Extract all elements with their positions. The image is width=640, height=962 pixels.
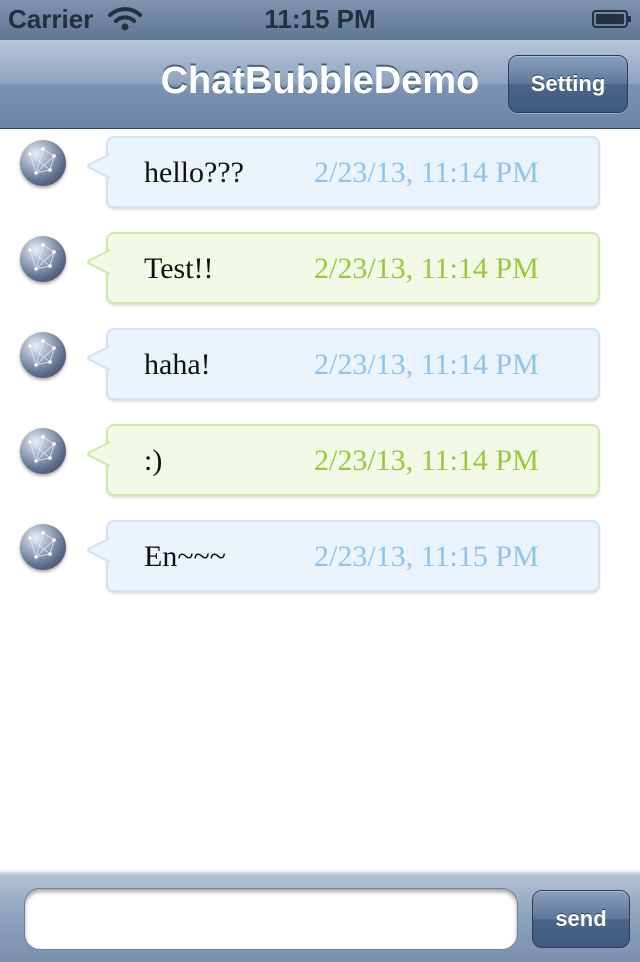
bubble-tail-icon bbox=[87, 440, 110, 468]
message-row: En~~~ 2/23/13, 11:15 PM bbox=[0, 512, 640, 592]
message-timestamp: 2/23/13, 11:14 PM bbox=[314, 444, 539, 477]
avatar-icon bbox=[20, 236, 66, 282]
message-timestamp: 2/23/13, 11:14 PM bbox=[314, 252, 539, 285]
chat-bubble: haha! 2/23/13, 11:14 PM bbox=[87, 328, 600, 400]
message-text: haha! bbox=[144, 348, 211, 381]
chat-bubble: Test!! 2/23/13, 11:14 PM bbox=[87, 232, 600, 304]
message-text: hello??? bbox=[144, 156, 244, 189]
battery-icon bbox=[592, 10, 632, 28]
avatar-icon bbox=[20, 332, 66, 378]
send-button[interactable]: send bbox=[532, 890, 630, 948]
input-bar: send bbox=[0, 870, 640, 962]
message-row: hello??? 2/23/13, 11:14 PM bbox=[0, 128, 640, 208]
chat-bubble: hello??? 2/23/13, 11:14 PM bbox=[87, 136, 600, 208]
message-text: Test!! bbox=[144, 252, 214, 285]
avatar-icon bbox=[20, 140, 66, 186]
bubble-tail-icon bbox=[87, 344, 110, 372]
navigation-bar: ChatBubbleDemo Setting bbox=[0, 40, 640, 129]
setting-button[interactable]: Setting bbox=[508, 55, 628, 113]
message-timestamp: 2/23/13, 11:15 PM bbox=[314, 540, 539, 573]
message-timestamp: 2/23/13, 11:14 PM bbox=[314, 156, 539, 189]
message-row: Test!! 2/23/13, 11:14 PM bbox=[0, 224, 640, 304]
bubble-tail-icon bbox=[87, 248, 110, 276]
message-row: haha! 2/23/13, 11:14 PM bbox=[0, 320, 640, 400]
message-row: :) 2/23/13, 11:14 PM bbox=[0, 416, 640, 496]
message-input[interactable] bbox=[24, 888, 518, 950]
bubble-tail-icon bbox=[87, 152, 110, 180]
message-timestamp: 2/23/13, 11:14 PM bbox=[314, 348, 539, 381]
message-text: En~~~ bbox=[144, 540, 227, 573]
message-text: :) bbox=[144, 444, 163, 477]
avatar-icon bbox=[20, 428, 66, 474]
chat-bubble: :) 2/23/13, 11:14 PM bbox=[87, 424, 600, 496]
status-time: 11:15 PM bbox=[264, 4, 376, 34]
bubble-tail-icon bbox=[87, 536, 110, 564]
chat-bubble: En~~~ 2/23/13, 11:15 PM bbox=[87, 520, 600, 592]
status-bar: Carrier 11:15 PM bbox=[0, 0, 640, 40]
avatar-icon bbox=[20, 524, 66, 570]
